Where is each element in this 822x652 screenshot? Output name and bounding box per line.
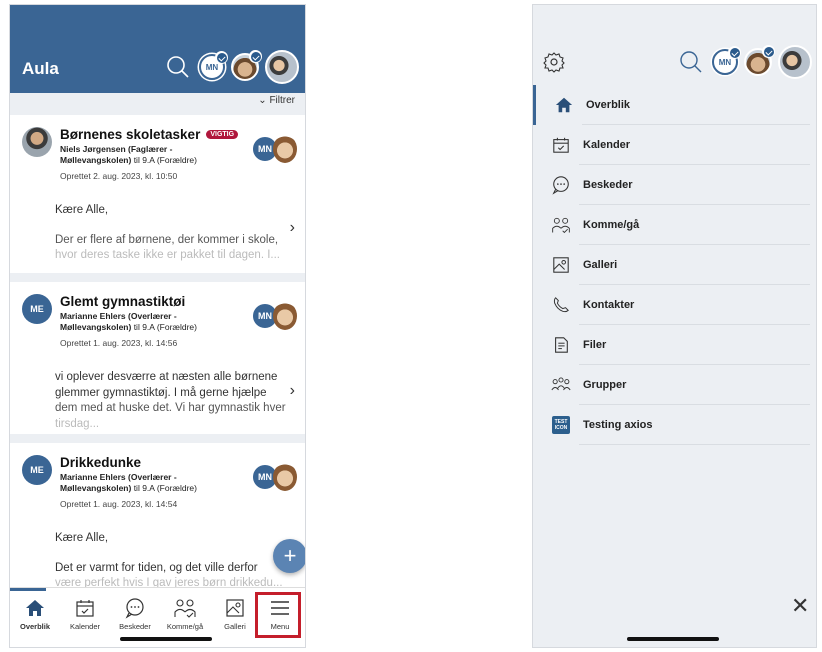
post-date: Oprettet 2. aug. 2023, kl. 10:50 [60,171,178,182]
nav-kalender[interactable]: Kalender [60,596,110,631]
check-badge-icon [215,51,228,64]
nav-overblik[interactable]: Overblik [10,596,60,631]
child-avatar[interactable] [744,45,775,76]
chat-bubble-icon [551,175,571,195]
user-avatar[interactable] [778,45,812,79]
post-body: Kære Alle, Det er varmt for tiden, og de… [55,532,283,590]
recipient-child-avatar [273,302,297,330]
nav-galleri[interactable]: Galleri [210,596,260,631]
menu-item-overblik[interactable]: Overblik [533,85,816,125]
recipient-child-avatar [273,463,297,491]
overview-screen: Aula MN ⌄ Filtrer Børnenes skoletasker V… [9,4,306,648]
app-header: Aula MN [10,5,305,93]
post-title: Børnenes skoletasker [60,127,201,142]
menu-item-label: Beskeder [583,179,633,191]
image-icon [551,255,571,275]
filter-label: Filtrer [269,95,295,106]
image-icon [210,596,260,620]
chevron-right-icon[interactable]: › [290,219,295,237]
calendar-icon [60,596,110,620]
main-menu: Overblik Kalender Beskeder Komme/gå Gall… [533,85,816,445]
phone-icon [551,295,571,315]
menu-item-kalender[interactable]: Kalender [533,125,816,165]
people-check-icon [551,215,571,235]
header-actions: MN [676,45,812,79]
menu-item-label: Testing axios [583,419,653,431]
profile-mn-initials: MN [718,57,732,67]
post-card[interactable]: ME Glemt gymnastiktøi Marianne Ehlers (O… [10,282,305,434]
menu-item-beskeder[interactable]: Beskeder [533,165,816,205]
home-icon [10,596,60,620]
check-badge-icon [762,45,775,58]
post-date: Oprettet 1. aug. 2023, kl. 14:56 [60,338,178,349]
check-badge-icon [728,46,741,59]
menu-item-label: Filer [583,339,607,351]
post-body: Kære Alle, Der er flere af børnene, der … [55,204,281,262]
file-icon [551,335,571,355]
home-indicator [627,637,719,641]
chat-bubble-icon [110,596,160,620]
check-badge-icon [249,50,262,63]
post-date: Oprettet 1. aug. 2023, kl. 14:54 [60,499,178,510]
nav-beskeder[interactable]: Beskeder [110,596,160,631]
child-avatar[interactable] [231,50,262,81]
important-tag: VIGTIG [206,130,239,139]
menu-highlight-box [255,592,301,638]
sender-avatar: ME [22,294,52,324]
chevron-down-icon: ⌄ [258,95,267,106]
recipients: MN [251,302,297,330]
menu-item-label: Galleri [583,259,618,271]
recipient-child-avatar [273,135,297,163]
header-actions: MN [163,49,299,85]
home-icon [554,95,574,115]
chevron-right-icon[interactable]: › [290,382,295,400]
group-icon [551,375,571,395]
sender-avatar [22,127,52,157]
home-indicator [120,637,212,641]
filter-button[interactable]: ⌄ Filtrer [258,95,295,106]
menu-item-komme-gaa[interactable]: Komme/gå [533,205,816,245]
menu-item-label: Overblik [586,99,631,111]
post-body: vi oplever desværre at næsten alle børne… [55,371,286,430]
menu-item-label: Kontakter [583,299,635,311]
nav-komme-gaa[interactable]: Komme/gå [160,596,210,631]
search-icon[interactable] [163,52,193,82]
menu-item-label: Komme/gå [583,219,640,231]
post-title: Glemt gymnastiktøi [60,294,186,309]
menu-item-kontakter[interactable]: Kontakter [533,285,816,325]
people-check-icon [160,596,210,620]
menu-item-testing-axios[interactable]: TEST ICON Testing axios [533,405,816,445]
recipients: MN [251,135,297,163]
post-card[interactable]: Børnenes skoletasker VIGTIG Niels Jørgen… [10,115,305,273]
profile-mn-avatar[interactable]: MN [199,51,228,80]
post-title: Drikkedunke [60,455,142,470]
app-title: Aula [22,59,59,78]
gear-icon[interactable] [543,51,565,78]
post-card[interactable]: ME Drikkedunke Marianne Ehlers (Overlære… [10,443,305,603]
sender-avatar: ME [22,455,52,485]
active-indicator [10,588,46,591]
menu-item-label: Grupper [583,379,627,391]
calendar-icon [551,135,571,155]
profile-mn-initials: MN [205,62,219,72]
user-avatar[interactable] [265,50,299,84]
add-post-button[interactable]: + [273,539,305,573]
post-feed: Børnenes skoletasker VIGTIG Niels Jørgen… [10,115,305,612]
test-icon: TEST ICON [551,415,571,435]
profile-mn-avatar[interactable]: MN [712,46,741,75]
recipients: MN [251,463,297,491]
search-icon[interactable] [676,47,706,77]
menu-item-filer[interactable]: Filer [533,325,816,365]
menu-item-galleri[interactable]: Galleri [533,245,816,285]
menu-screen: MN Overblik Kalender Beskeder Komme/gå G… [532,4,817,648]
close-icon[interactable]: ✕ [791,593,809,619]
menu-item-label: Kalender [583,139,631,151]
menu-item-grupper[interactable]: Grupper [533,365,816,405]
